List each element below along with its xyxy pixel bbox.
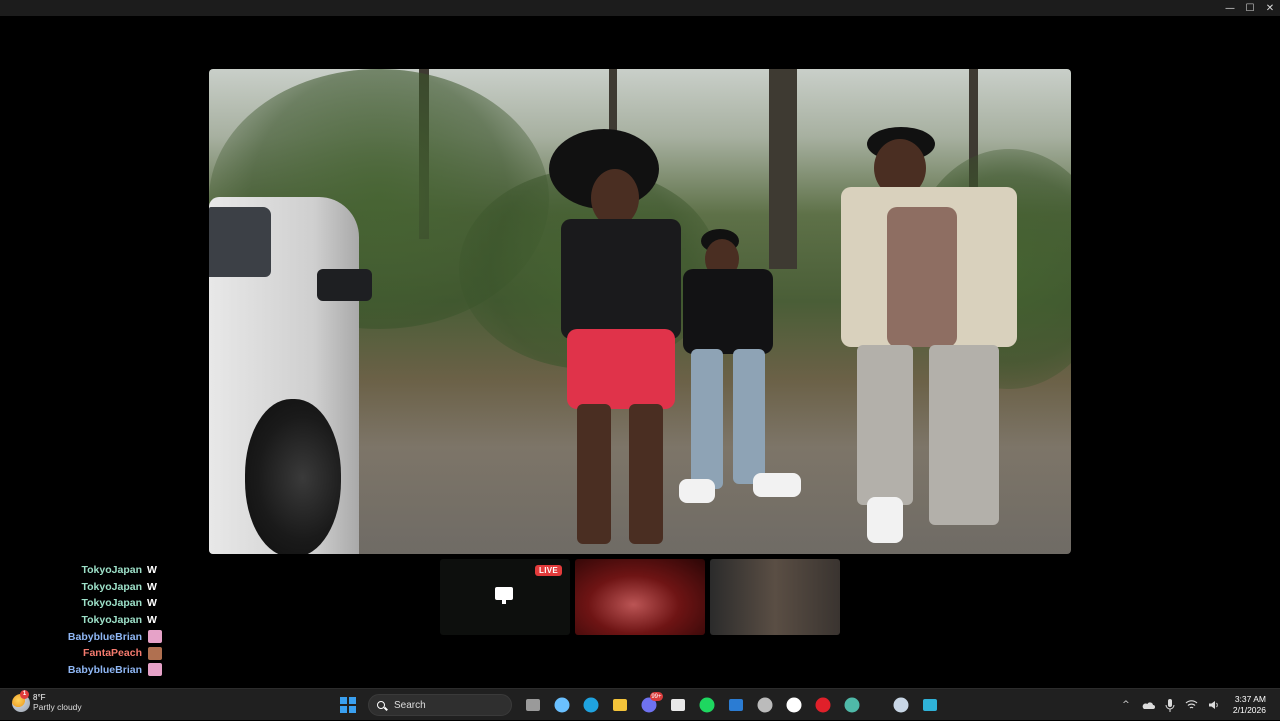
chat-username[interactable]: BabyblueBrian (0, 664, 147, 676)
video-player[interactable] (209, 69, 1071, 554)
onedrive-icon[interactable] (1141, 698, 1155, 712)
clock-time: 3:37 AM (1234, 694, 1266, 704)
file-explorer-icon[interactable] (609, 694, 631, 716)
stream-thumbnail-2[interactable] (575, 559, 705, 635)
car-tire (245, 399, 341, 554)
chat-username[interactable]: TokyoJapan (0, 597, 147, 609)
close-button[interactable]: ✕ (1260, 0, 1280, 16)
person-middle (677, 229, 801, 514)
chat-emote-icon (148, 630, 162, 644)
window-controls: — ☐ ✕ (1220, 0, 1280, 16)
maximize-button[interactable]: ☐ (1240, 0, 1260, 16)
stream-thumbnails: LIVE (440, 559, 842, 635)
microphone-icon[interactable] (1163, 698, 1177, 712)
partly-cloudy-icon: 1 (12, 689, 30, 712)
wifi-icon[interactable] (1185, 698, 1199, 712)
chat-username[interactable]: TokyoJapan (0, 614, 147, 626)
chat-username[interactable]: TokyoJapan (0, 581, 147, 593)
clock-date: 2/1/2026 (1232, 705, 1266, 715)
chat-message: FantaPeach (0, 645, 200, 662)
chat-message-text: W (147, 597, 157, 610)
tiktok-icon[interactable] (783, 694, 805, 716)
weather-temperature: 8°F (33, 693, 46, 702)
discord-icon[interactable]: 99+ (638, 692, 663, 716)
window-titlebar: — ☐ ✕ (0, 0, 1280, 16)
spotify-icon[interactable] (696, 694, 718, 716)
chat-emote-icon (148, 646, 162, 660)
chat-username[interactable]: BabyblueBrian (0, 631, 147, 643)
person-left (539, 129, 699, 554)
steam-icon[interactable] (890, 694, 912, 716)
chat-message: TokyoJapan W (0, 612, 200, 629)
system-tray: ^ 3:37 AM 2/1/2026 (1115, 689, 1280, 721)
taskbar-clock[interactable]: 3:37 AM 2/1/2026 (1233, 694, 1266, 716)
mail-icon[interactable] (725, 694, 747, 716)
taskbar-apps: Search 99+ (333, 692, 944, 717)
notification-badge: 99+ (650, 692, 663, 701)
opera-icon[interactable] (812, 694, 834, 716)
live-badge: LIVE (535, 565, 562, 576)
windows-start-icon[interactable] (337, 694, 359, 716)
minimize-button[interactable]: — (1220, 0, 1240, 16)
chat-message: TokyoJapan W (0, 562, 200, 579)
chat-message: TokyoJapan W (0, 595, 200, 612)
stream-thumbnail-1[interactable]: LIVE (440, 559, 570, 635)
chat-message-text: W (147, 580, 157, 593)
weather-badge: 1 (20, 689, 29, 699)
app-f-icon[interactable] (919, 694, 941, 716)
car-mirror (317, 269, 372, 301)
parked-car (209, 197, 372, 554)
person-right (839, 127, 1029, 554)
monitor-icon (495, 587, 513, 604)
taskbar: 1 8°F Partly cloudy Search 99+ ^ 3:37 AM … (0, 688, 1280, 720)
chat-username[interactable]: TokyoJapan (0, 564, 147, 576)
edge-icon[interactable] (580, 694, 602, 716)
car-window (209, 207, 271, 277)
chat-message: TokyoJapan W (0, 579, 200, 596)
chat-overlay: TokyoJapan W TokyoJapan W TokyoJapan W TokyoJa… (0, 562, 200, 678)
stream-thumbnail-3[interactable] (710, 559, 840, 635)
chat-message-text: W (147, 614, 157, 627)
volume-icon[interactable] (1207, 698, 1221, 712)
chrome-recorder-icon[interactable] (754, 694, 776, 716)
weather-widget[interactable]: 1 8°F Partly cloudy (12, 689, 82, 712)
store-icon[interactable] (667, 694, 689, 716)
search-icon (377, 701, 385, 709)
chat-message: BabyblueBrian (0, 628, 200, 645)
chat-message: BabyblueBrian (0, 662, 200, 679)
chat-message-text: W (147, 564, 157, 577)
show-hidden-icons-button[interactable]: ^ (1119, 698, 1133, 712)
copilot-icon[interactable] (551, 694, 573, 716)
weather-condition: Partly cloudy (33, 702, 82, 712)
globe-icon[interactable] (841, 694, 863, 716)
chat-emote-icon (148, 663, 162, 677)
chat-username[interactable]: FantaPeach (0, 647, 147, 659)
taskbar-search-box[interactable]: Search (368, 694, 512, 716)
task-view-icon[interactable] (522, 694, 544, 716)
search-label: Search (394, 699, 426, 711)
